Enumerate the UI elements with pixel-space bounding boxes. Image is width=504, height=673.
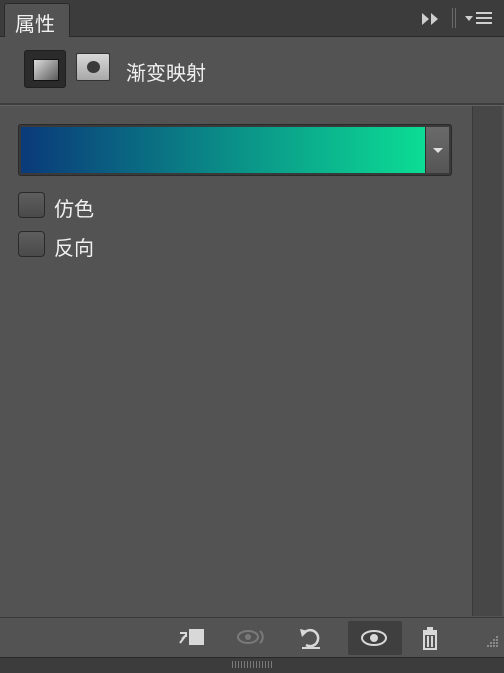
dither-label: 仿色 xyxy=(54,197,94,221)
panel-menu-icon xyxy=(465,12,492,24)
tab-properties-label: 属性 xyxy=(15,12,55,36)
reverse-label: 反向 xyxy=(54,236,94,260)
double-arrow-icon xyxy=(422,13,438,25)
clip-to-layer-icon xyxy=(179,629,204,645)
gradient-dropdown-button[interactable] xyxy=(425,127,449,173)
delete-icon xyxy=(423,627,437,650)
scrollbar-track[interactable] xyxy=(472,106,502,616)
reset-button[interactable] xyxy=(290,621,332,655)
reset-icon xyxy=(300,628,320,649)
dither-checkbox[interactable] xyxy=(18,192,45,218)
title-separator xyxy=(452,8,456,28)
panel-title-bar: 属性 xyxy=(0,0,504,37)
collapse-panel-button[interactable] xyxy=(420,11,442,27)
view-previous-state-icon xyxy=(237,630,264,644)
adjustment-layer-button[interactable] xyxy=(24,50,66,88)
delete-button[interactable] xyxy=(410,621,452,655)
panel-resize-handle[interactable] xyxy=(232,661,272,668)
visibility-icon xyxy=(361,630,387,646)
gradient-preview[interactable] xyxy=(21,127,425,173)
mask-icon xyxy=(87,61,100,73)
tab-properties[interactable]: 属性 xyxy=(4,3,70,37)
chevron-down-icon xyxy=(433,148,443,153)
panel-content xyxy=(2,106,472,616)
properties-panel: 属性 渐变映射 仿色 反向 xyxy=(0,0,504,673)
panel-bottom-edge xyxy=(0,657,504,673)
layer-mask-button[interactable] xyxy=(76,53,110,81)
clip-to-layer-button[interactable] xyxy=(170,621,212,655)
adjustment-title: 渐变映射 xyxy=(126,61,206,85)
reverse-checkbox[interactable] xyxy=(18,231,45,257)
resize-grip-icon xyxy=(487,636,498,647)
bottom-toolbar xyxy=(0,617,504,658)
option-reverse[interactable]: 反向 xyxy=(18,229,218,260)
option-dither[interactable]: 仿色 xyxy=(18,190,218,221)
adjustment-header: 渐变映射 xyxy=(0,37,504,103)
panel-menu-button[interactable] xyxy=(462,9,494,29)
resize-grip[interactable] xyxy=(484,634,500,650)
gradient-picker[interactable] xyxy=(18,124,452,176)
toggle-visibility-button[interactable] xyxy=(348,621,402,655)
gradient-map-icon xyxy=(33,59,59,81)
view-previous-state-button[interactable] xyxy=(228,621,270,655)
